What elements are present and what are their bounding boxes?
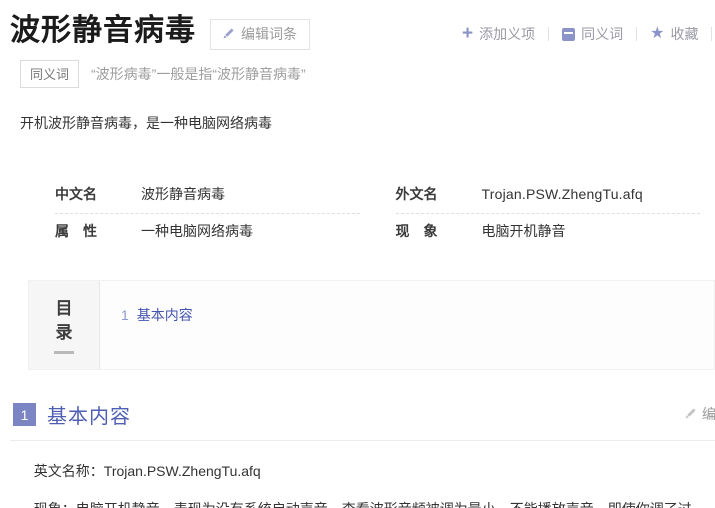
info-label: 属 性 [55, 221, 117, 241]
info-value: 电脑开机静音 [482, 221, 566, 241]
divider [636, 27, 637, 41]
article-body: 英文名称：Trojan.PSW.ZhengTu.afq 现象：电脑开机静音，表现… [0, 441, 715, 508]
edit-entry-button[interactable]: 编辑词条 [210, 19, 310, 50]
info-row-attribute: 属 性 一种电脑网络病毒 [55, 214, 360, 250]
info-value: 一种电脑网络病毒 [141, 221, 253, 241]
divider [711, 27, 712, 41]
info-value: Trojan.PSW.ZhengTu.afq [482, 186, 643, 202]
entry-summary: 开机波形静音病毒，是一种电脑网络病毒 [20, 113, 715, 133]
edit-entry-label: 编辑词条 [241, 24, 297, 44]
synonym-button[interactable]: 同义词 [562, 24, 623, 44]
divider [548, 27, 549, 41]
toc-item-number: 1 [121, 307, 129, 323]
page-title: 波形静音病毒 [10, 12, 196, 50]
toc-underline [54, 351, 74, 354]
info-label: 中文名 [55, 184, 117, 204]
baike-entry-page: { "header": { "title": "波形静音病毒", "edit_b… [0, 0, 715, 508]
star-icon: ★ [650, 27, 664, 41]
favorite-button[interactable]: ★ 收藏 [650, 24, 698, 44]
info-row-foreign-name: 外文名 Trojan.PSW.ZhengTu.afq [396, 177, 701, 214]
section-heading: 1 基本内容 编辑 [0, 400, 715, 429]
section-edit-label: 编辑 [702, 404, 715, 424]
pencil-icon [221, 27, 235, 41]
toc-item-link[interactable]: 基本内容 [137, 307, 193, 323]
section-number-badge: 1 [13, 403, 36, 426]
info-label: 外文名 [396, 184, 458, 204]
pencil-icon [683, 407, 697, 421]
toc-title-char: 录 [56, 321, 73, 345]
synonym-icon [562, 28, 575, 41]
info-row-chinese-name: 中文名 波形静音病毒 [55, 177, 360, 214]
section-edit-button[interactable]: 编辑 [683, 404, 715, 424]
plus-icon: + [462, 27, 473, 41]
toc-title: 目 录 [29, 281, 100, 369]
paragraph-english-name: 英文名称：Trojan.PSW.ZhengTu.afq [3, 458, 715, 484]
info-value: 波形静音病毒 [141, 184, 225, 204]
basic-info-box: 中文名 波形静音病毒 外文名 Trojan.PSW.ZhengTu.afq 属 … [0, 177, 715, 250]
toc-item-basic-content[interactable]: 1 基本内容 [121, 305, 714, 325]
synonym-row: 同义词 “波形病毒”一般是指“波形静音病毒” [20, 60, 715, 88]
favorite-label: 收藏 [670, 24, 698, 44]
add-sense-label: 添加义项 [479, 24, 535, 44]
synonym-tag: 同义词 [20, 60, 79, 88]
synonym-label: 同义词 [581, 24, 623, 44]
paragraph-phenomenon: 现象：电脑开机静音，表现为没有系统启动声音，查看波形音频被调为最小，不能播放声音… [3, 496, 715, 508]
table-of-contents: 目 录 1 基本内容 [28, 280, 715, 370]
toc-title-char: 目 [56, 297, 73, 321]
info-label: 现 象 [396, 221, 458, 241]
add-sense-button[interactable]: + 添加义项 [462, 24, 535, 44]
section-title: 基本内容 [47, 400, 131, 429]
header-actions: + 添加义项 同义词 ★ 收藏 [462, 24, 715, 44]
toc-list: 1 基本内容 [100, 281, 714, 369]
synonym-note: “波形病毒”一般是指“波形静音病毒” [91, 64, 306, 84]
entry-header: 波形静音病毒 编辑词条 + 添加义项 同义词 ★ [0, 0, 715, 88]
info-row-phenomenon: 现 象 电脑开机静音 [396, 214, 701, 250]
